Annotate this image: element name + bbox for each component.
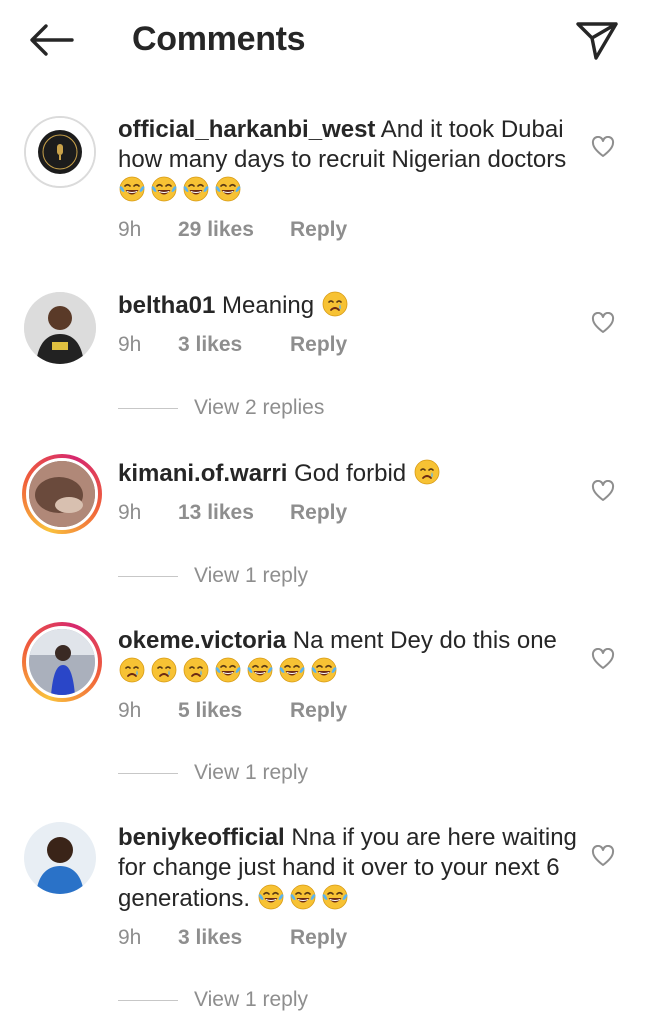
face-with-tears-of-joy-emoji (119, 176, 145, 202)
avatar[interactable] (24, 116, 96, 188)
comment-likes[interactable]: 3 likes (178, 333, 290, 357)
replies-divider (118, 407, 178, 409)
reply-button[interactable]: Reply (290, 218, 347, 242)
heart-outline-icon[interactable] (591, 312, 615, 334)
comment-time: 9h (118, 218, 142, 241)
comment-likes[interactable]: 3 likes (178, 926, 290, 950)
view-replies-button[interactable]: View 1 reply (118, 988, 308, 1012)
emoji-row (118, 657, 342, 685)
face-with-tears-of-joy-emoji (311, 657, 337, 683)
avatar[interactable] (22, 622, 102, 702)
view-replies-button[interactable]: View 1 reply (118, 761, 308, 785)
emoji-row (321, 291, 353, 319)
replies-divider (118, 575, 178, 577)
view-replies-button[interactable]: View 2 replies (118, 396, 324, 420)
comment-text: God forbid (294, 460, 407, 487)
comment-meta: 9h 29 likes Reply (118, 218, 347, 242)
view-replies-label: View 1 reply (194, 988, 309, 1011)
reply-button[interactable]: Reply (290, 501, 347, 525)
comment-meta: 9h 13 likes Reply (118, 501, 347, 525)
avatar[interactable] (22, 454, 102, 534)
heart-outline-icon[interactable] (591, 648, 615, 670)
face-with-tears-of-joy-emoji (290, 884, 316, 910)
crying-face-emoji (322, 291, 348, 317)
reply-button[interactable]: Reply (290, 926, 347, 950)
comment-meta: 9h 3 likes Reply (118, 333, 347, 357)
comment-likes[interactable]: 29 likes (178, 218, 290, 242)
header-bar: Comments (0, 0, 654, 84)
avatar-photo (24, 822, 96, 894)
crying-face-emoji (119, 657, 145, 683)
reply-button[interactable]: Reply (290, 333, 347, 357)
emoji-row (257, 884, 353, 912)
comment-meta: 9h 5 likes Reply (118, 699, 347, 723)
arrow-left-icon[interactable] (28, 22, 74, 58)
comment-username[interactable]: beltha01 (118, 292, 215, 319)
comment-likes[interactable]: 13 likes (178, 501, 290, 525)
face-with-tears-of-joy-emoji (247, 657, 273, 683)
avatar[interactable] (24, 822, 96, 894)
comment-body: official_harkanbi_west And it took Dubai… (118, 115, 578, 206)
crying-face-emoji (183, 657, 209, 683)
comment-time: 9h (118, 501, 142, 524)
comment-time: 9h (118, 926, 142, 949)
avatar-photo (29, 629, 95, 695)
reply-button[interactable]: Reply (290, 699, 347, 723)
comment-username[interactable]: official_harkanbi_west (118, 116, 375, 143)
comment-time: 9h (118, 333, 142, 356)
comment-username[interactable]: beniykeofficial (118, 824, 285, 851)
face-with-tears-of-joy-emoji (322, 884, 348, 910)
emoji-row (413, 459, 445, 487)
view-replies-label: View 1 reply (194, 761, 309, 784)
heart-outline-icon[interactable] (591, 480, 615, 502)
face-with-tears-of-joy-emoji (215, 657, 241, 683)
view-replies-label: View 1 reply (194, 564, 309, 587)
face-with-tears-of-joy-emoji (183, 176, 209, 202)
comment-body: kimani.of.warri God forbid (118, 458, 578, 489)
face-with-tears-of-joy-emoji (215, 176, 241, 202)
comment-text: Meaning (222, 292, 315, 319)
avatar[interactable] (24, 292, 96, 364)
comment-username[interactable]: okeme.victoria (118, 627, 286, 654)
comment-username[interactable]: kimani.of.warri (118, 460, 287, 487)
view-replies-label: View 2 replies (194, 396, 325, 419)
emoji-row (118, 176, 246, 204)
paper-plane-icon[interactable] (574, 18, 620, 62)
comment-text: Na ment Dey do this one (292, 627, 557, 654)
comment-meta: 9h 3 likes Reply (118, 926, 347, 950)
comment-body: beltha01 Meaning (118, 290, 578, 321)
comment-body: okeme.victoria Na ment Dey do this one (118, 626, 578, 687)
heart-outline-icon[interactable] (591, 845, 615, 867)
comment-time: 9h (118, 699, 142, 722)
page-title: Comments (132, 20, 306, 58)
avatar-logo (29, 121, 91, 183)
heart-outline-icon[interactable] (591, 136, 615, 158)
replies-divider (118, 772, 178, 774)
crying-face-emoji (414, 459, 440, 485)
face-with-tears-of-joy-emoji (279, 657, 305, 683)
replies-divider (118, 999, 178, 1001)
comment-likes[interactable]: 5 likes (178, 699, 290, 723)
face-with-tears-of-joy-emoji (258, 884, 284, 910)
avatar-photo (29, 461, 95, 527)
view-replies-button[interactable]: View 1 reply (118, 564, 308, 588)
avatar-photo (24, 292, 96, 364)
face-with-tears-of-joy-emoji (151, 176, 177, 202)
crying-face-emoji (151, 657, 177, 683)
comment-body: beniykeofficial Nna if you are here wait… (118, 823, 578, 914)
